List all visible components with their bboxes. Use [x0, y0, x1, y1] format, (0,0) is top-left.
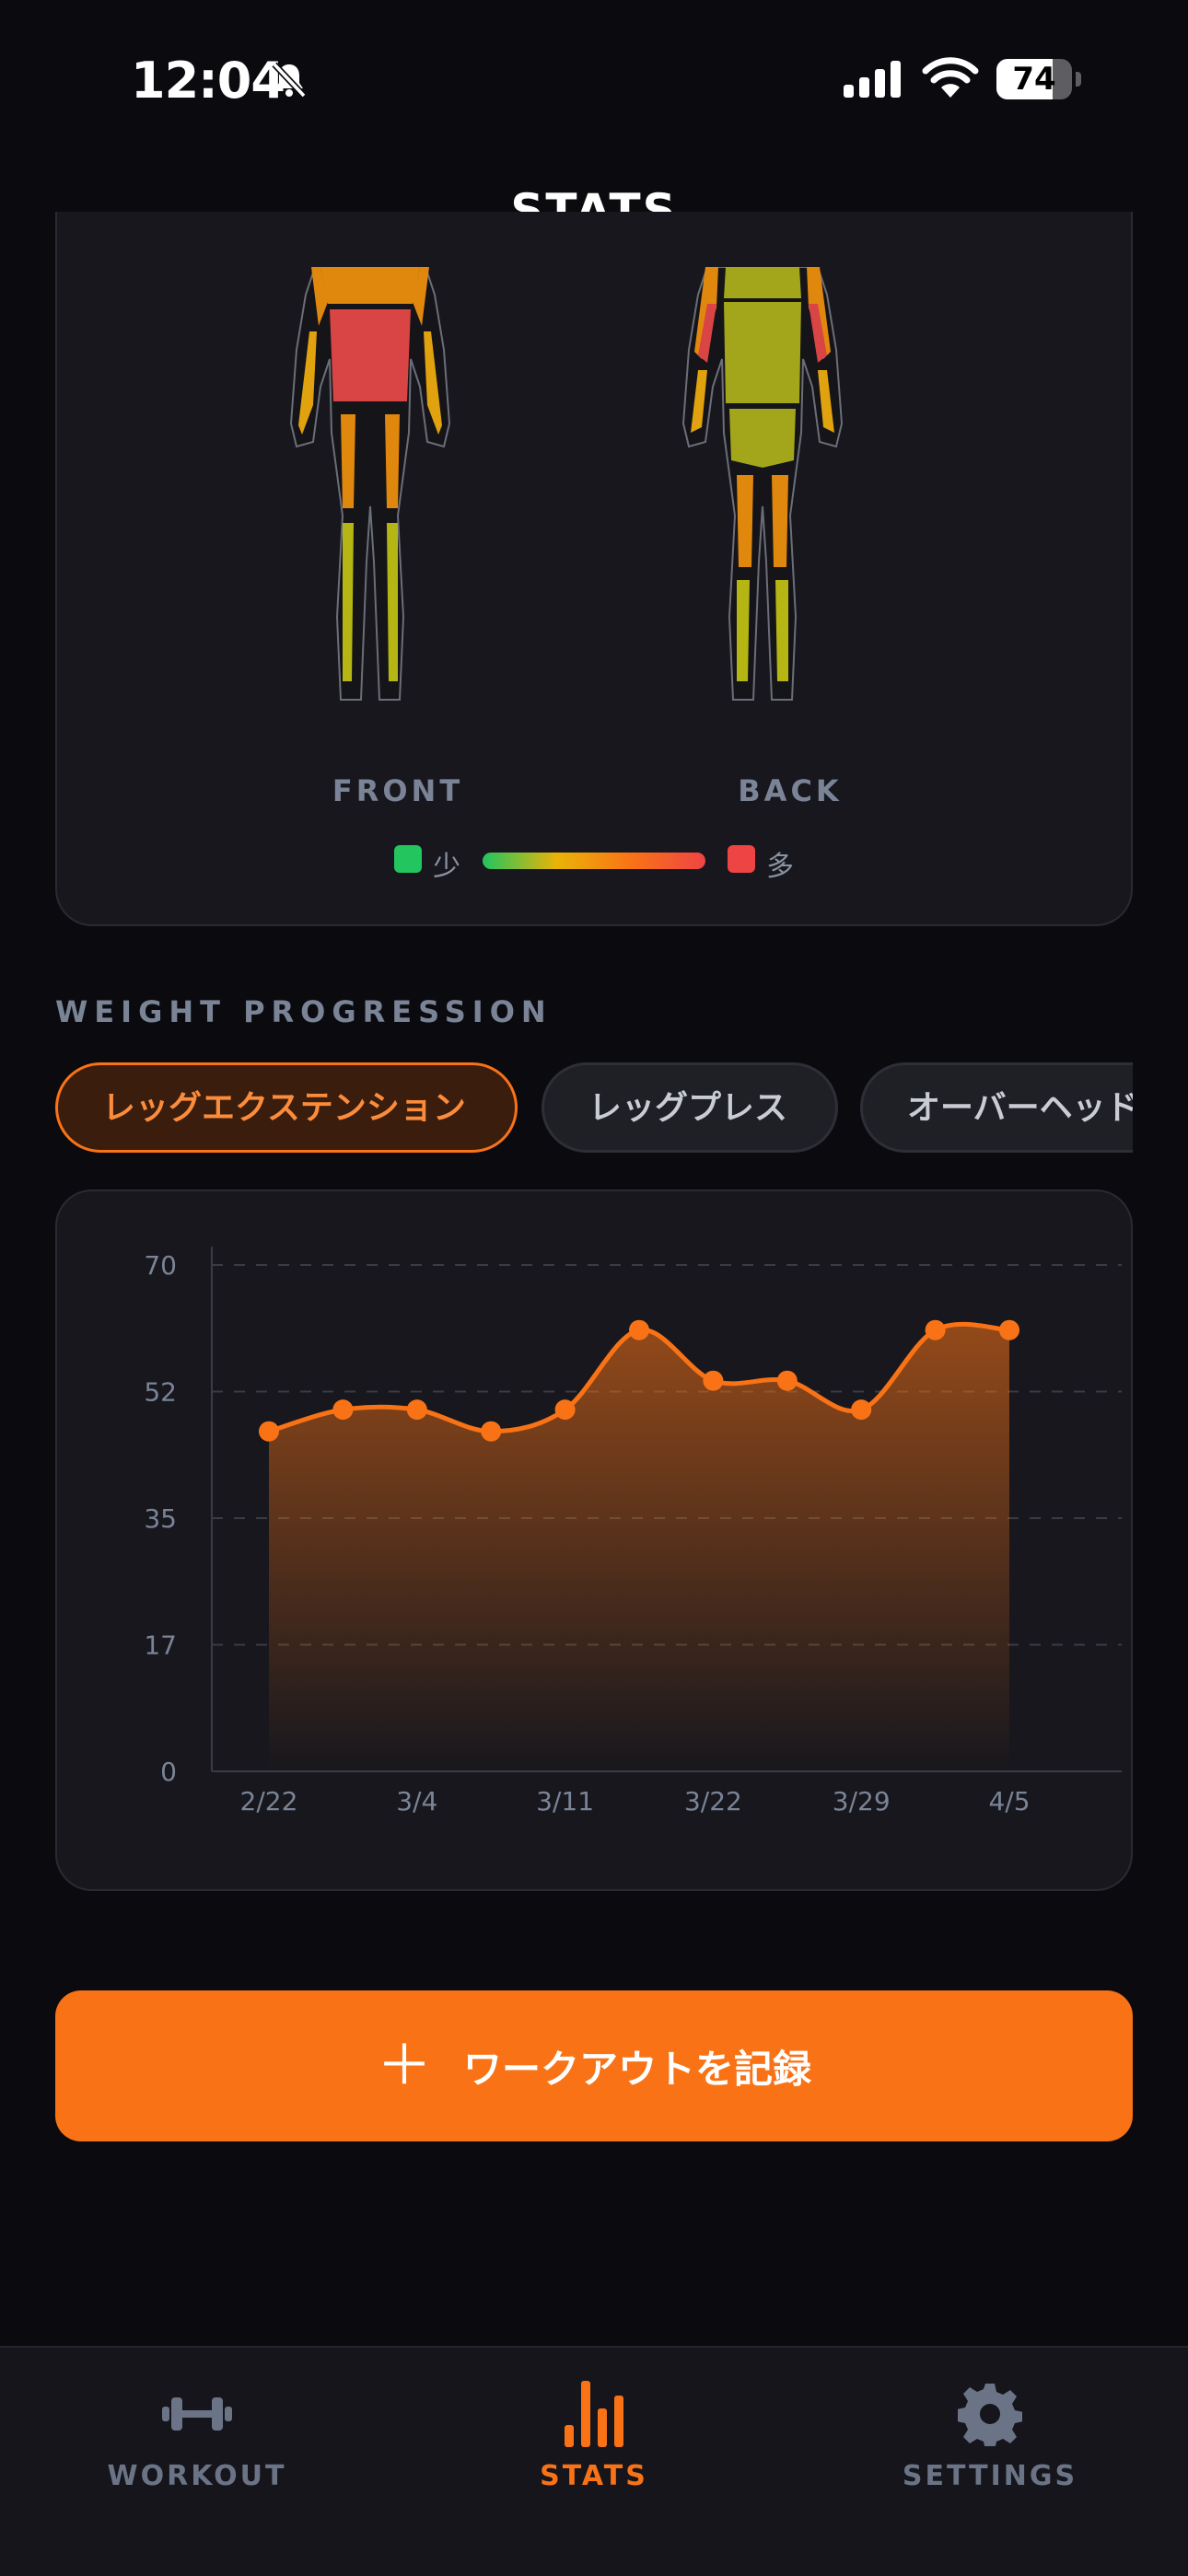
battery-indicator: 74 [996, 59, 1081, 99]
data-point [999, 1319, 1019, 1340]
legend-high-label: 多 [766, 851, 794, 883]
data-point [332, 1399, 354, 1421]
data-point [629, 1319, 649, 1340]
data-point [554, 1399, 576, 1421]
y-tick-label: 17 [144, 1630, 177, 1661]
data-point [851, 1399, 872, 1421]
legend-high-swatch [728, 845, 755, 873]
plus-icon: ＋ [376, 2034, 432, 2098]
tab-stats[interactable]: STATS [456, 2377, 732, 2492]
y-tick-label: 52 [144, 1377, 177, 1408]
tab-workout[interactable]: WORKOUT [59, 2377, 335, 2492]
data-point [776, 1370, 798, 1391]
x-tick-label: 3/11 [536, 1786, 594, 1816]
data-point [703, 1370, 724, 1391]
exercise-chip-overhead-press[interactable]: オーバーヘッドプレス [860, 1062, 1133, 1153]
dumbbell-icon [162, 2397, 232, 2431]
front-body-figure [289, 267, 451, 701]
bar-chart-icon [565, 2381, 623, 2447]
wifi-icon [922, 57, 979, 98]
tab-workout-label: WORKOUT [107, 2460, 287, 2492]
legend-low-swatch [394, 845, 422, 873]
tab-stats-label: STATS [540, 2460, 648, 2492]
weight-progression-chart: 70 52 35 17 0 2/22 3/4 3/11 3/22 3/29 4/5 [144, 1247, 1122, 1816]
section-title-weight-progression: WEIGHT PROGRESSION [55, 994, 553, 1029]
cellular-signal-icon [844, 61, 901, 98]
data-point [481, 1421, 502, 1442]
x-tick-label: 2/22 [240, 1786, 298, 1816]
weight-chart-card: 70 52 35 17 0 2/22 3/4 3/11 3/22 3/29 4/5 [55, 1189, 1133, 1891]
muscle-map-card: FRONT BACK [55, 212, 1133, 926]
data-point [259, 1421, 279, 1442]
x-tick-label: 3/22 [684, 1786, 742, 1816]
tab-settings[interactable]: SETTINGS [852, 2377, 1128, 2492]
x-tick-label: 4/5 [988, 1786, 1030, 1816]
gear-icon [958, 2384, 1022, 2446]
data-point [406, 1399, 427, 1421]
y-tick-label: 70 [144, 1250, 177, 1281]
y-tick-label: 35 [144, 1503, 177, 1534]
data-point [925, 1319, 946, 1340]
exercise-chip-row[interactable]: レッグエクステンション レッグプレス オーバーヘッドプレス [55, 1062, 1133, 1156]
status-bar: 12:04 74 [0, 0, 1188, 147]
back-label: BACK [738, 773, 843, 808]
exercise-chip-leg-press[interactable]: レッグプレス [542, 1062, 838, 1153]
back-body-figure [681, 267, 844, 701]
intensity-legend: 少 多 [0, 843, 1188, 883]
tab-settings-label: SETTINGS [902, 2460, 1078, 2492]
legend-gradient-bar [483, 853, 705, 869]
battery-level: 74 [1012, 61, 1056, 98]
y-tick-label: 0 [160, 1757, 177, 1787]
legend-low-label: 少 [433, 851, 460, 883]
front-label: FRONT [332, 773, 464, 808]
tab-bar: WORKOUT STATS SETTINGS [0, 2346, 1188, 2576]
log-workout-label: ワークアウトを記録 [462, 2046, 811, 2092]
x-tick-label: 3/4 [396, 1786, 437, 1816]
x-tick-label: 3/29 [833, 1786, 891, 1816]
bell-muted-icon [272, 62, 307, 99]
log-workout-button[interactable]: ＋ ワークアウトを記録 [55, 1990, 1133, 2141]
status-time: 12:04 [131, 52, 285, 110]
exercise-chip-leg-extension[interactable]: レッグエクステンション [55, 1062, 518, 1153]
series-area [269, 1324, 1009, 1771]
